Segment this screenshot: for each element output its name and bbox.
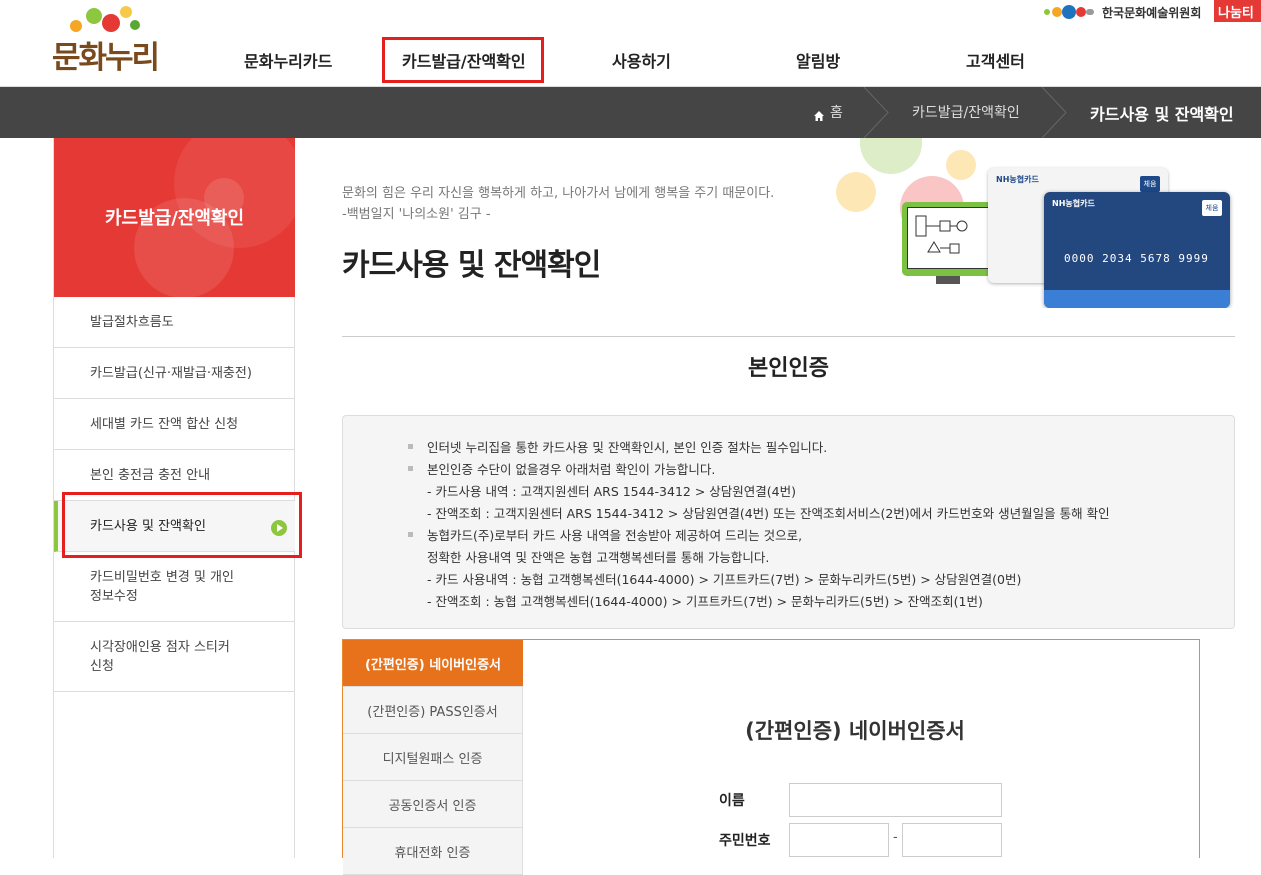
notice-line: 농협카드(주)로부터 카드 사용 내역을 전송받아 제공하여 드리는 것으로, [427, 528, 803, 543]
rrn-back-input[interactable] [902, 823, 1002, 857]
breadcrumb-home[interactable]: 홈 [830, 102, 843, 122]
notice-line: - 잔액조회 : 고객지원센터 ARS 1544-3412 > 상담원연결(4번… [427, 506, 1110, 521]
logo-dot [130, 20, 140, 30]
quote-line: 문화의 힘은 우리 자신을 행복하게 하고, 나아가서 남에게 행복을 주기 때… [342, 186, 775, 201]
notice-line: - 카드사용 내역 : 고객지원센터 ARS 1544-3412 > 상담원연결… [427, 484, 796, 499]
logo-dot [102, 14, 120, 32]
org-badge[interactable]: 나눔티 [1214, 0, 1261, 22]
card-front: NH농협카드 체움 0000 2034 5678 9999 [1044, 192, 1230, 308]
sidebar-item-issue-flow[interactable]: 발급절차흐름도 [54, 297, 295, 348]
sidebar-item-label: 카드비밀번호 변경 및 개인 정보수정 [90, 569, 234, 604]
chevron-right-icon [863, 87, 889, 138]
sidebar-item-label: 시각장애인용 점자 스티커 신청 [90, 639, 230, 674]
page-title: 카드사용 및 잔액확인 [342, 248, 601, 283]
card-brand: NH농협카드 [1052, 199, 1095, 208]
card-badge: 체움 [1140, 176, 1160, 192]
sidebar-item-card-issue[interactable]: 카드발급(신규·재발급·재충전) [54, 348, 295, 399]
org-name: 한국문화예술위원회 [1102, 5, 1202, 20]
name-label: 이름 [719, 793, 745, 809]
page-quote: 문화의 힘은 우리 자신을 행복하게 하고, 나아가서 남에게 행복을 주기 때… [342, 183, 774, 225]
highlight-box [62, 492, 302, 558]
notice-line: - 잔액조회 : 농협 고객행복센터(1644-4000) > 기프트카드(7번… [427, 594, 983, 609]
card-brand: NH농협카드 [996, 175, 1039, 184]
nav-item-culture-card[interactable]: 문화누리카드 [244, 48, 332, 72]
notice-line: 인터넷 누리집을 통한 카드사용 및 잔액확인시, 본인 인증 절차는 필수입니… [427, 440, 828, 455]
card-illustration: NH농협카드 체움 NH농협카드 체움 0000 2034 5678 9999 [830, 138, 1235, 308]
card-number: 0000 2034 5678 9999 [1064, 252, 1209, 265]
breadcrumb-level1[interactable]: 카드발급/잔액확인 [912, 102, 1020, 122]
section-title: 본인인증 [748, 356, 829, 381]
tab-pass-cert[interactable]: (간편인증) PASS인증서 [343, 687, 523, 734]
logo-dot [120, 6, 132, 18]
rrn-separator: - [893, 830, 898, 845]
home-icon [814, 106, 824, 121]
sidebar-item-label: 발급절차흐름도 [90, 314, 174, 330]
highlight-box [382, 37, 544, 83]
logo-dot [70, 20, 82, 32]
rrn-front-input[interactable] [789, 823, 889, 857]
breadcrumb-current: 카드사용 및 잔액확인 [1090, 105, 1234, 124]
org-link[interactable]: 한국문화예술위원회 [1044, 2, 1201, 22]
sidebar-title: 카드발급/잔액확인 [104, 208, 245, 229]
sidebar-item-braille-sticker[interactable]: 시각장애인용 점자 스티커 신청 [54, 622, 295, 692]
sidebar-item-household-balance[interactable]: 세대별 카드 잔액 합산 신청 [54, 399, 295, 450]
rrn-label: 주민번호 [719, 833, 771, 849]
nav-item-customer-center[interactable]: 고객센터 [966, 48, 1025, 72]
chevron-right-icon [1041, 87, 1067, 138]
logo-text: 문화누리 [52, 40, 160, 76]
name-input[interactable] [789, 783, 1002, 817]
nav-item-usage[interactable]: 사용하기 [612, 48, 671, 72]
sidebar-item-label: 본인 충전금 충전 안내 [90, 467, 211, 483]
sidebar-item-label: 세대별 카드 잔액 합산 신청 [90, 416, 239, 432]
bullet-icon [408, 532, 413, 537]
sidebar-header: 카드발급/잔액확인 [54, 138, 295, 297]
monitor-icon [902, 202, 994, 284]
tab-naver-cert[interactable]: (간편인증) 네이버인증서 [343, 640, 523, 687]
notice-line: 정확한 사용내역 및 잔액은 농협 고객행복센터를 통해 가능합니다. [427, 550, 770, 565]
logo[interactable]: 문화누리 [52, 2, 172, 78]
org-logo-icon [1044, 4, 1098, 20]
sidebar-item-label: 카드발급(신규·재발급·재충전) [90, 365, 252, 381]
quote-author: -백범일지 '나의소원' 김구 - [342, 207, 491, 222]
site-header: 문화누리 문화누리카드 카드발급/잔액확인 사용하기 알림방 고객센터 한국문화… [0, 0, 1261, 87]
tab-mobile-auth[interactable]: 휴대전화 인증 [343, 828, 523, 875]
tab-joint-cert[interactable]: 공동인증서 인증 [343, 781, 523, 828]
notice-line: 본인인증 수단이 없을경우 아래처럼 확인이 가능합니다. [427, 462, 716, 477]
card-badge: 체움 [1202, 200, 1222, 216]
notice-box: 인터넷 누리집을 통한 카드사용 및 잔액확인시, 본인 인증 절차는 필수입니… [342, 415, 1235, 629]
divider [342, 336, 1235, 337]
sidebar-item-password-change[interactable]: 카드비밀번호 변경 및 개인 정보수정 [54, 552, 295, 622]
nav-item-notice[interactable]: 알림방 [796, 48, 840, 72]
logo-dot [86, 8, 102, 24]
bullet-icon [408, 466, 413, 471]
bullet-icon [408, 444, 413, 449]
notice-line: - 카드 사용내역 : 농협 고객행복센터(1644-4000) > 기프트카드… [427, 572, 1022, 587]
form-title: (간편인증) 네이버인증서 [745, 719, 965, 743]
auth-panel: (간편인증) 네이버인증서 (간편인증) PASS인증서 디지털원패스 인증 공… [342, 639, 1200, 875]
breadcrumb: 홈 카드발급/잔액확인 카드사용 및 잔액확인 [0, 87, 1261, 138]
tab-digital-onepass[interactable]: 디지털원패스 인증 [343, 734, 523, 781]
